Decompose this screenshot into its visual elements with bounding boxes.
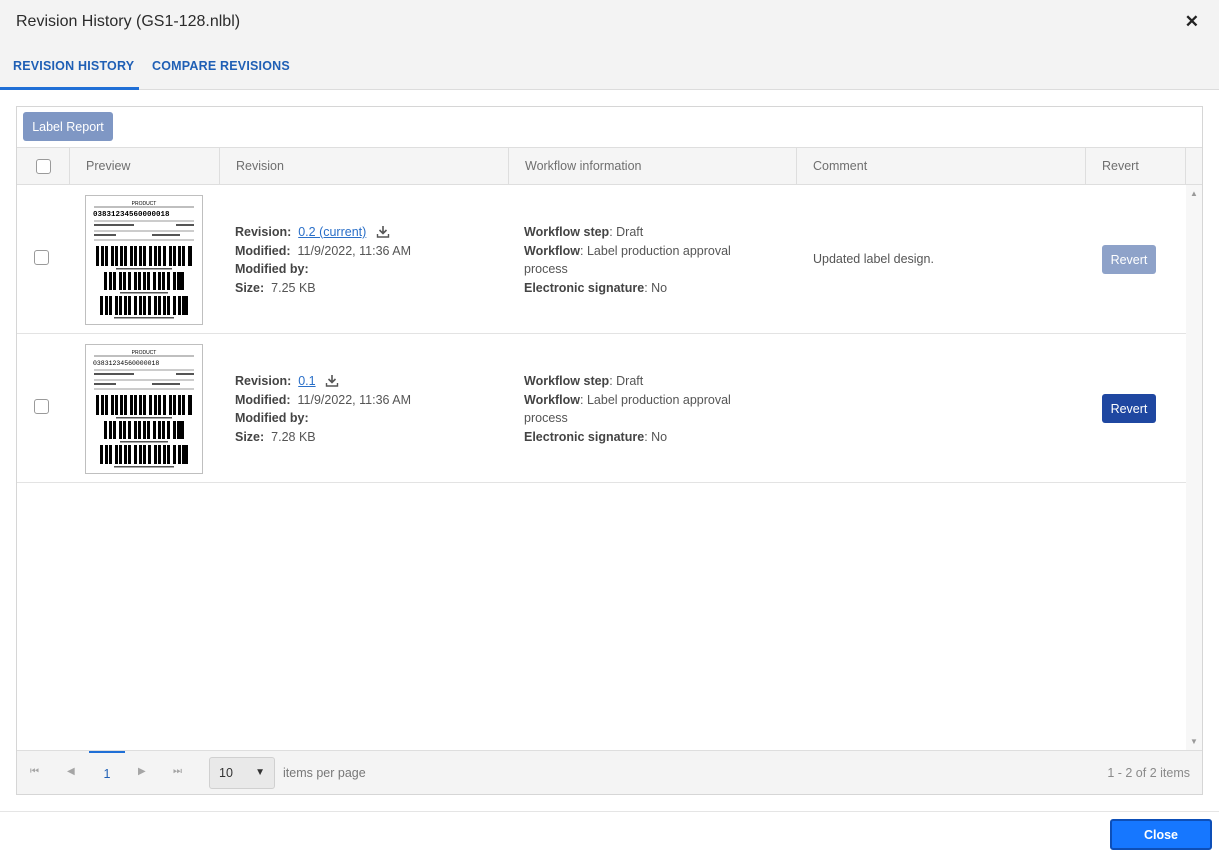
page-number-current[interactable]: 1: [89, 751, 125, 795]
header-workflow[interactable]: Workflow information: [509, 148, 797, 184]
revert-button[interactable]: Revert: [1102, 245, 1156, 274]
download-icon[interactable]: [325, 374, 339, 387]
first-page-icon[interactable]: ⏮: [30, 766, 39, 777]
revision-info: Revision: 0.2 (current) Modified: 11/9/2…: [235, 225, 412, 295]
size-value: 7.28 KB: [271, 429, 316, 444]
comment-text: Updated label design.: [813, 252, 934, 266]
tab-revision-history[interactable]: REVISION HISTORY: [13, 59, 134, 73]
table-row: PRODUCT 03831234560000018 Revision: [17, 334, 1186, 483]
vertical-scrollbar[interactable]: ▲ ▼: [1186, 185, 1202, 750]
thumb-header-text: PRODUCT: [132, 350, 157, 356]
scroll-up-icon[interactable]: ▲: [1190, 189, 1198, 198]
header-preview[interactable]: Preview: [70, 148, 220, 184]
revert-button[interactable]: Revert: [1102, 394, 1156, 423]
grid-header: Preview Revision Workflow information Co…: [17, 147, 1202, 185]
revision-grid: Label Report Preview Revision Workflow i…: [16, 106, 1203, 795]
header-checkbox-cell: [17, 148, 70, 184]
label-preview-thumbnail[interactable]: PRODUCT 03831234560000018: [85, 344, 203, 474]
revision-info: Revision: 0.1 Modified: 11/9/2022, 11:36…: [235, 374, 412, 444]
revision-link[interactable]: 0.1: [298, 374, 315, 388]
close-button[interactable]: Close: [1110, 819, 1212, 850]
scroll-down-icon[interactable]: ▼: [1190, 737, 1198, 746]
footer-divider: [0, 811, 1219, 812]
download-icon[interactable]: [376, 225, 390, 238]
page-size-value: 10: [219, 766, 233, 780]
thumb-number-text: 03831234560000018: [93, 360, 159, 367]
tab-compare-revisions[interactable]: COMPARE REVISIONS: [152, 59, 290, 73]
header-comment[interactable]: Comment: [797, 148, 1086, 184]
dialog-header: Revision History (GS1-128.nlbl) ✕ REVISI…: [0, 0, 1219, 90]
active-tab-indicator: [0, 87, 139, 90]
table-row: PRODUCT 03831234560000018 Revision: [17, 185, 1186, 334]
last-page-icon[interactable]: ⏭: [173, 766, 182, 777]
next-page-icon[interactable]: ▶: [138, 766, 146, 777]
items-per-page-label: items per page: [283, 766, 366, 780]
modified-value: 11/9/2022, 11:36 AM: [297, 243, 412, 258]
header-revert[interactable]: Revert: [1086, 148, 1186, 184]
label-preview-thumbnail[interactable]: PRODUCT 03831234560000018: [85, 195, 203, 325]
header-revision[interactable]: Revision: [220, 148, 509, 184]
workflow-info: Workflow step: Draft Workflow: Label pro…: [524, 374, 731, 444]
close-icon[interactable]: ✕: [1185, 12, 1199, 32]
thumb-number-text: 03831234560000018: [93, 211, 170, 219]
row-checkbox[interactable]: [34, 250, 49, 265]
select-all-checkbox[interactable]: [35, 158, 51, 174]
label-report-button[interactable]: Label Report: [23, 112, 113, 141]
modified-value: 11/9/2022, 11:36 AM: [297, 392, 412, 407]
prev-page-icon[interactable]: ◀: [67, 766, 75, 777]
page-size-select[interactable]: 10 ▼: [209, 757, 275, 789]
row-checkbox[interactable]: [34, 399, 49, 414]
chevron-down-icon: ▼: [255, 767, 265, 778]
pager: ⏮ ◀ 1 ▶ ⏭ 10 ▼ items per page 1 - 2 of 2…: [17, 750, 1202, 794]
workflow-info: Workflow step: Draft Workflow: Label pro…: [524, 225, 731, 295]
dialog-title: Revision History (GS1-128.nlbl): [16, 13, 241, 30]
thumb-header-text: PRODUCT: [132, 201, 157, 207]
size-value: 7.25 KB: [271, 280, 316, 295]
revision-link[interactable]: 0.2 (current): [298, 225, 366, 239]
item-count-label: 1 - 2 of 2 items: [1107, 766, 1190, 780]
